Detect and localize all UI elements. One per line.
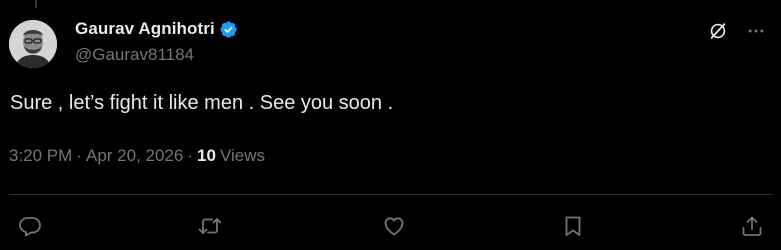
reply-button[interactable] bbox=[16, 212, 44, 240]
more-icon bbox=[748, 29, 764, 33]
tweet-text: Sure , let’s fight it like men . See you… bbox=[10, 92, 394, 114]
like-icon bbox=[384, 217, 404, 236]
retweet-button[interactable] bbox=[196, 212, 224, 240]
tweet-card: Gaurav Agnihotri @Gaurav81184 Sure , let… bbox=[0, 0, 781, 250]
retweet-icon bbox=[198, 218, 222, 234]
grok-button[interactable] bbox=[707, 20, 729, 42]
reply-icon bbox=[19, 217, 41, 237]
tweet-meta: 3:20 PM · Apr 20, 2026 · 10 Views bbox=[9, 146, 265, 166]
share-icon bbox=[742, 216, 762, 236]
views-count[interactable]: 10 bbox=[197, 146, 216, 166]
tweet-date[interactable]: Apr 20, 2026 bbox=[86, 146, 183, 166]
author-display-name[interactable]: Gaurav Agnihotri bbox=[75, 19, 215, 39]
tweet-time[interactable]: 3:20 PM bbox=[9, 146, 72, 166]
bookmark-icon bbox=[565, 216, 581, 236]
thread-connector-line bbox=[35, 0, 37, 8]
meta-separator: · bbox=[187, 146, 194, 165]
bookmark-button[interactable] bbox=[559, 212, 587, 240]
views-label: Views bbox=[219, 146, 265, 165]
avatar[interactable] bbox=[9, 20, 57, 68]
tweet-top-actions bbox=[707, 20, 767, 42]
grok-icon bbox=[710, 23, 726, 39]
verified-badge-icon bbox=[219, 20, 238, 39]
meta-separator: · bbox=[76, 146, 82, 165]
like-button[interactable] bbox=[380, 212, 408, 240]
divider bbox=[9, 194, 772, 195]
author-handle[interactable]: @Gaurav81184 bbox=[75, 45, 194, 65]
tweet-action-bar bbox=[0, 208, 781, 244]
share-button[interactable] bbox=[738, 212, 766, 240]
author-name-row: Gaurav Agnihotri bbox=[75, 18, 238, 40]
more-options-button[interactable] bbox=[745, 20, 767, 42]
